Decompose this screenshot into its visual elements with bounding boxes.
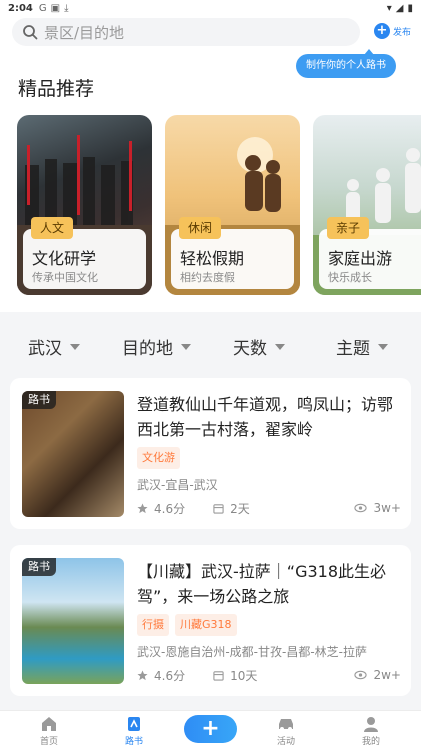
eye-icon [354,670,368,680]
caret-down-icon [181,343,191,350]
card-subtitle: 相约去度假 [180,271,235,284]
tab-label: 路书 [124,737,143,747]
card-info-panel: 休闲 轻松假期 相约去度假 [171,217,294,289]
eye-icon [354,503,368,513]
route-title: 登道教仙山千年道观，鸣凤山；访鄂西北第一古村落，翟家岭 [137,395,394,439]
tab-label: 首页 [39,737,58,747]
filter-theme[interactable]: 主题 [336,334,388,359]
battery-icon: ▮ [407,2,413,14]
filter-bar: 武汉 目的地 天数 主题 [0,324,421,366]
tab-home[interactable]: 首页 [19,715,79,747]
notification-g-icon: G [38,2,47,14]
bottom-tab-bar: 首页 路书 + 活动 我的 [0,710,421,750]
route-path: 武汉-恩施自治州-成都-甘孜-昌都-林芝-拉萨 [137,645,367,659]
status-bar: 2:04 G ▣ ⤓ ▾ ◢ ▮ [0,0,421,16]
route-path: 武汉-宜昌-武汉 [137,478,218,492]
route-tag: 行摄 [137,614,169,636]
calendar-icon [213,503,224,514]
route-views: 2w+ [373,668,401,682]
home-icon [42,717,56,731]
section-title: 精品推荐 [18,78,95,100]
publish-label: 发布 [393,27,412,38]
featured-card-culture[interactable]: 人文 文化研学 传承中国文化 [17,115,152,295]
notification-image-icon: ▣ [50,2,61,14]
card-tag: 人文 [31,217,74,239]
route-title: 【川藏】武汉-拉萨｜“G318此生必驾”，来一场公路之旅 [137,562,387,606]
card-tag: 休闲 [179,217,222,239]
tab-roadbook[interactable]: 路书 [104,715,164,747]
plus-icon: + [374,23,390,39]
featured-carousel[interactable]: 人文 文化研学 传承中国文化 休闲 轻松假期 相约去度假 亲子 家庭出游 快乐成… [17,115,421,295]
list-item[interactable]: 路书 登道教仙山千年道观，鸣凤山；访鄂西北第一古村落，翟家岭 文化游 武汉-宜昌… [10,378,411,529]
star-icon [137,669,148,680]
card-info-panel: 亲子 家庭出游 快乐成长 [319,217,421,289]
search-icon [23,25,38,40]
add-button[interactable]: + [184,715,237,743]
route-meta: 4.6分 10天 2w+ [137,667,401,683]
publish-button[interactable]: + 发布 [374,23,411,39]
route-thumbnail: 路书 [22,391,124,517]
calendar-icon [213,670,224,681]
filter-city[interactable]: 武汉 [28,334,80,359]
roadbook-badge: 路书 [22,391,56,409]
roadbook-icon [128,717,140,731]
card-info-panel: 人文 文化研学 传承中国文化 [23,217,146,289]
card-title: 轻松假期 [180,249,245,268]
tab-activity[interactable]: 活动 [256,715,316,747]
card-tag: 亲子 [327,217,370,239]
filter-destination[interactable]: 目的地 [122,334,191,359]
list-item[interactable]: 路书 【川藏】武汉-拉萨｜“G318此生必驾”，来一场公路之旅 行摄 川藏G31… [10,545,411,696]
filter-label: 目的地 [122,339,173,359]
search-bar[interactable]: 景区/目的地 [12,18,360,46]
wifi-icon: ▾ [386,2,392,14]
roadbook-badge: 路书 [22,558,56,576]
route-tag: 川藏G318 [175,614,237,636]
route-days: 10天 [230,668,258,683]
top-section: 景区/目的地 + 发布 制作你的个人路书 精品推荐 人文 文化研学 传承中国文化… [0,16,421,312]
card-title: 家庭出游 [328,249,393,268]
user-icon [364,717,378,732]
featured-card-family[interactable]: 亲子 家庭出游 快乐成长 [313,115,421,295]
card-subtitle: 快乐成长 [328,271,372,284]
star-icon [137,502,148,513]
filter-label: 天数 [233,339,267,359]
caret-down-icon [378,343,388,350]
featured-card-leisure[interactable]: 休闲 轻松假期 相约去度假 [165,115,300,295]
route-tag: 文化游 [137,447,180,469]
route-thumbnail: 路书 [22,558,124,684]
caret-down-icon [275,343,285,350]
filter-label: 主题 [336,339,370,359]
route-views: 3w+ [373,501,401,515]
search-placeholder: 景区/目的地 [44,23,125,42]
card-title: 文化研学 [32,249,97,268]
create-roadbook-tooltip[interactable]: 制作你的个人路书 [296,49,396,78]
filter-days[interactable]: 天数 [233,334,285,359]
tab-label: 活动 [276,737,295,747]
car-icon [279,719,293,731]
tab-label: 我的 [361,737,380,747]
route-days: 2天 [230,501,250,516]
route-meta: 4.6分 2天 3w+ [137,500,401,516]
card-subtitle: 传承中国文化 [32,271,98,284]
filter-label: 武汉 [28,339,62,359]
route-rating: 4.6分 [154,668,186,683]
caret-down-icon [70,343,80,350]
status-time: 2:04 [8,2,33,14]
signal-icon: ◢ [395,2,404,14]
notification-download-icon: ⤓ [64,2,69,14]
tab-mine[interactable]: 我的 [341,715,401,747]
route-rating: 4.6分 [154,501,186,516]
